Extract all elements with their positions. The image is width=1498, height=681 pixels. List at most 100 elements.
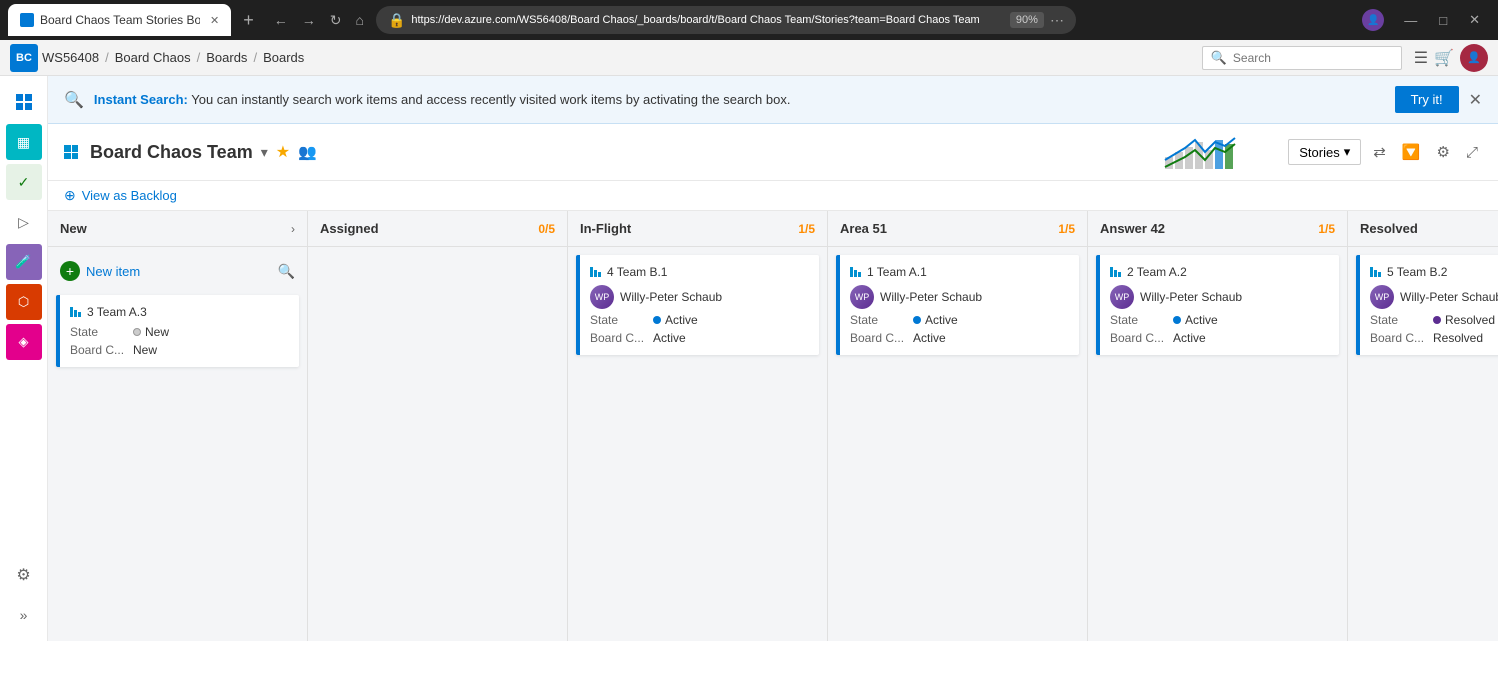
column-area51-body: 1 Team A.1 WP Willy-Peter Schaub State A… bbox=[828, 247, 1087, 641]
sidebar-item-overview[interactable] bbox=[6, 84, 42, 120]
view-backlog-link[interactable]: ⊕ View as Backlog bbox=[48, 181, 1498, 211]
card-b1-assignee-name: Willy-Peter Schaub bbox=[620, 290, 722, 304]
column-inflight-header: In-Flight 1/5 bbox=[568, 211, 827, 247]
card-team-b1-header: 4 Team B.1 bbox=[590, 265, 809, 279]
card-b1-story-icon bbox=[590, 267, 601, 277]
card-a2-story-icon bbox=[1110, 267, 1121, 277]
list-icon[interactable]: ☰ bbox=[1414, 48, 1428, 68]
zoom-level: 90% bbox=[1010, 12, 1044, 28]
board-fullscreen-icon[interactable]: ⤢ bbox=[1462, 140, 1482, 165]
board-title-chevron[interactable]: ▾ bbox=[261, 144, 268, 161]
card-b1-avatar: WP bbox=[590, 285, 614, 309]
board-filter-icon[interactable]: 🔽 bbox=[1398, 139, 1425, 165]
address-bar[interactable]: 🔒 https://dev.azure.com/WS56408/Board Ch… bbox=[376, 6, 1076, 34]
state-dot-new bbox=[133, 328, 141, 336]
sidebar-item-expand[interactable]: » bbox=[6, 597, 42, 633]
column-area51: Area 51 1/5 1 Team A.1 bbox=[828, 211, 1088, 641]
card-a1-assignee-name: Willy-Peter Schaub bbox=[880, 290, 982, 304]
tab-close-button[interactable]: ✕ bbox=[210, 14, 219, 27]
column-assigned-count: 0/5 bbox=[538, 222, 555, 236]
maximize-button[interactable]: □ bbox=[1429, 9, 1457, 32]
column-search-icon[interactable]: 🔍 bbox=[278, 263, 295, 280]
board-title-icon bbox=[64, 145, 78, 159]
home-button[interactable]: ⌂ bbox=[351, 8, 367, 32]
velocity-chart bbox=[1160, 132, 1280, 172]
close-banner-button[interactable]: ✕ bbox=[1469, 90, 1482, 110]
card-a1-story-icon bbox=[850, 267, 861, 277]
sidebar-item-workitems[interactable]: ✓ bbox=[6, 164, 42, 200]
card-a1-avatar: WP bbox=[850, 285, 874, 309]
card-a2-state: State Active bbox=[1110, 313, 1329, 327]
column-answer42-header: Answer 42 1/5 bbox=[1088, 211, 1347, 247]
window-controls: 👤 — □ ✕ bbox=[1362, 8, 1490, 32]
try-it-button[interactable]: Try it! bbox=[1395, 86, 1459, 113]
refresh-button[interactable]: ↻ bbox=[326, 8, 346, 33]
column-area51-count: 1/5 bbox=[1058, 222, 1075, 236]
close-button[interactable]: ✕ bbox=[1459, 8, 1490, 32]
card-team-a2[interactable]: 2 Team A.2 WP Willy-Peter Schaub State A… bbox=[1096, 255, 1339, 355]
column-assigned-title: Assigned bbox=[320, 221, 532, 236]
sidebar-item-settings[interactable]: ⚙ bbox=[6, 557, 42, 593]
column-inflight-body: 4 Team B.1 WP Willy-Peter Schaub State A… bbox=[568, 247, 827, 641]
card-team-a1-header: 1 Team A.1 bbox=[850, 265, 1069, 279]
filter-options-icon[interactable]: ⇄ bbox=[1369, 139, 1390, 165]
card-a1-assignee: WP Willy-Peter Schaub bbox=[850, 285, 1069, 309]
breadcrumb-boards2[interactable]: Boards bbox=[263, 50, 304, 65]
card-team-a1-id: 1 Team A.1 bbox=[867, 265, 927, 279]
back-button[interactable]: ← bbox=[270, 8, 292, 32]
board-area: New › + New item 🔍 bbox=[48, 211, 1498, 641]
card-a2-assignee: WP Willy-Peter Schaub bbox=[1110, 285, 1329, 309]
column-inflight-count: 1/5 bbox=[798, 222, 815, 236]
sidebar-item-testreports[interactable]: 🧪 bbox=[6, 244, 42, 280]
state-dot-active bbox=[653, 316, 661, 324]
card-team-a3-state: State New bbox=[70, 325, 289, 339]
board-header-right: Stories ▾ ⇄ 🔽 ⚙ ⤢ bbox=[1160, 132, 1482, 172]
column-assigned: Assigned 0/5 bbox=[308, 211, 568, 641]
sidebar-item-pipelines[interactable]: ▷ bbox=[6, 204, 42, 240]
minimize-button[interactable]: — bbox=[1394, 9, 1427, 32]
search-input[interactable] bbox=[1233, 51, 1393, 65]
azure-logo[interactable]: BC bbox=[10, 44, 38, 72]
card-team-b2[interactable]: 5 Team B.2 WP Willy-Peter Schaub State R… bbox=[1356, 255, 1498, 355]
card-team-a3[interactable]: 3 Team A.3 State New Board C... New bbox=[56, 295, 299, 367]
board-favorite-star[interactable]: ★ bbox=[276, 142, 290, 162]
card-b2-state: State Resolved bbox=[1370, 313, 1498, 327]
browser-controls: ← → ↻ ⌂ bbox=[270, 8, 368, 33]
column-new-collapse[interactable]: › bbox=[291, 222, 295, 236]
add-item-row[interactable]: + New item 🔍 bbox=[56, 255, 299, 287]
breadcrumb-boards1[interactable]: Boards bbox=[206, 50, 247, 65]
stories-dropdown[interactable]: Stories ▾ bbox=[1288, 139, 1361, 165]
nav-search[interactable]: 🔍 bbox=[1202, 46, 1402, 70]
sidebar-item-artifacts[interactable]: ⬡ bbox=[6, 284, 42, 320]
card-team-b1-id: 4 Team B.1 bbox=[607, 265, 667, 279]
sidebar-item-boards[interactable]: ▦ bbox=[6, 124, 42, 160]
card-team-a1[interactable]: 1 Team A.1 WP Willy-Peter Schaub State A… bbox=[836, 255, 1079, 355]
board-settings-icon[interactable]: ⚙ bbox=[1433, 139, 1454, 165]
user-avatar[interactable]: 👤 bbox=[1460, 44, 1488, 72]
column-inflight: In-Flight 1/5 4 Team B.1 bbox=[568, 211, 828, 641]
breadcrumb-project[interactable]: Board Chaos bbox=[115, 50, 191, 65]
shopping-icon[interactable]: 🛒 bbox=[1434, 48, 1454, 68]
breadcrumb: WS56408 / Board Chaos / Boards / Boards bbox=[42, 50, 1198, 65]
card-b2-assignee-name: Willy-Peter Schaub bbox=[1400, 290, 1498, 304]
column-resolved-header: Resolved 1/5 bbox=[1348, 211, 1498, 247]
browser-tab[interactable]: Board Chaos Team Stories Boa... ✕ bbox=[8, 4, 231, 36]
state-dot-active-a1 bbox=[913, 316, 921, 324]
state-dot-resolved bbox=[1433, 316, 1441, 324]
new-tab-button[interactable]: + bbox=[235, 6, 262, 35]
browser-chrome: Board Chaos Team Stories Boa... ✕ + ← → … bbox=[0, 0, 1498, 40]
board-team-icon[interactable]: 👥 bbox=[298, 143, 317, 161]
view-backlog-text: View as Backlog bbox=[82, 188, 177, 203]
column-resolved: Resolved 1/5 5 Team B.2 bbox=[1348, 211, 1498, 641]
breadcrumb-ws[interactable]: WS56408 bbox=[42, 50, 99, 65]
search-icon: 🔍 bbox=[1211, 50, 1227, 66]
card-team-a2-header: 2 Team A.2 bbox=[1110, 265, 1329, 279]
tab-bar: Board Chaos Team Stories Boa... ✕ + bbox=[8, 4, 262, 36]
sidebar-item-extensions[interactable]: ◈ bbox=[6, 324, 42, 360]
forward-button[interactable]: → bbox=[298, 8, 320, 32]
card-story-icon bbox=[70, 307, 81, 317]
card-b2-assignee: WP Willy-Peter Schaub bbox=[1370, 285, 1498, 309]
column-resolved-body: 5 Team B.2 WP Willy-Peter Schaub State R… bbox=[1348, 247, 1498, 641]
board-title: Board Chaos Team bbox=[90, 142, 253, 163]
card-team-b1[interactable]: 4 Team B.1 WP Willy-Peter Schaub State A… bbox=[576, 255, 819, 355]
